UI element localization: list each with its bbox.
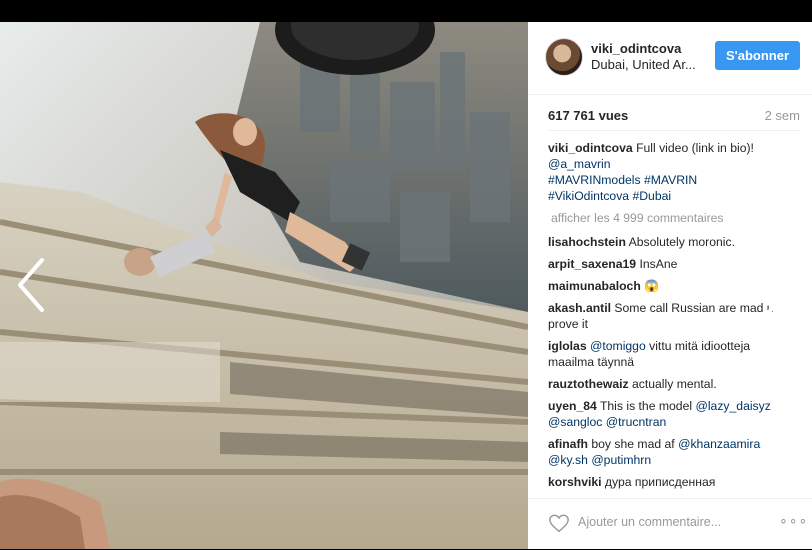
comment-text: Absolutely moronic.	[628, 235, 735, 249]
comment-username[interactable]: korshviki	[548, 475, 602, 489]
post-video[interactable]	[0, 22, 528, 549]
load-more-comments[interactable]: afficher les 4 999 commentaires	[551, 210, 796, 226]
caption-username[interactable]: viki_odintcova	[548, 141, 633, 155]
comment-mention[interactable]: @khanzaamira	[678, 437, 760, 451]
comment: afinafh boy she mad af @khanzaamira @ky.…	[548, 436, 796, 468]
post-header: viki_odintcova Dubai, United Ar... S'abo…	[528, 22, 812, 95]
post-age[interactable]: 2 sem	[765, 108, 800, 123]
comment-username[interactable]: uyen_84	[548, 399, 597, 413]
comment-username[interactable]: iglolas	[548, 339, 587, 353]
author-username[interactable]: viki_odintcova	[591, 41, 681, 56]
previous-button[interactable]	[12, 255, 52, 315]
comment-mention[interactable]: @lazy_daisyz	[695, 399, 770, 413]
comment-mention[interactable]: @tomiggo	[590, 339, 646, 353]
next-button[interactable]	[758, 258, 798, 318]
comment-mention[interactable]: @sangloc	[548, 415, 602, 429]
caption: viki_odintcova Full video (link in bio)!…	[548, 140, 796, 204]
comment-mention[interactable]: @putimhrn	[591, 453, 651, 467]
comment-text: boy she mad af	[591, 437, 675, 451]
comment-username[interactable]: arpit_saxena19	[548, 257, 636, 271]
caption-tag[interactable]: #MAVRINmodels	[548, 173, 641, 187]
comment-mention[interactable]: @trucntran	[606, 415, 666, 429]
comment-text: 😱	[644, 279, 660, 293]
chevron-right-icon	[766, 261, 792, 315]
avatar[interactable]	[545, 38, 583, 76]
comment-username[interactable]: lisahochstein	[548, 235, 626, 249]
comment: rauztothewaiz actually mental.	[548, 376, 796, 392]
comment-username[interactable]: afinafh	[548, 437, 588, 451]
video-frame	[0, 22, 528, 549]
caption-tag[interactable]: @a_mavrin	[548, 157, 611, 171]
divider	[548, 130, 800, 131]
chevron-left-icon	[18, 258, 44, 312]
comment-text: actually mental.	[631, 377, 717, 391]
post-location[interactable]: Dubai, United Ar...	[591, 57, 711, 72]
comment-text: This is the model	[599, 399, 693, 413]
comment-text: InsAne	[639, 257, 678, 271]
view-count: 617 761 vues	[548, 108, 629, 123]
comment: iglolas @tomiggo vittu mitä idiootteja m…	[548, 338, 796, 370]
add-comment-input[interactable]	[578, 515, 738, 529]
caption-tag[interactable]: #Dubai	[632, 189, 671, 203]
caption-tag[interactable]: #MAVRIN	[644, 173, 697, 187]
follow-button[interactable]: S'abonner	[715, 41, 800, 70]
comment-username[interactable]: maimunabaloch	[548, 279, 641, 293]
comment-mention[interactable]: @ky.sh	[548, 453, 588, 467]
comment-text: дура приписденная	[604, 475, 716, 489]
more-options-icon[interactable]: ∘∘∘	[779, 512, 808, 529]
comment: korshviki дура приписденная	[548, 474, 796, 490]
caption-tag[interactable]: #VikiOdintcova	[548, 189, 629, 203]
comment: uyen_84 This is the model @lazy_daisyz @…	[548, 398, 796, 430]
comment: lisahochstein Absolutely moronic.	[548, 234, 796, 250]
post-footer: ∘∘∘	[528, 498, 812, 550]
comment-username[interactable]: akash.antil	[548, 301, 611, 315]
caption-text: Full video (link in bio)!	[636, 141, 754, 155]
heart-icon[interactable]	[548, 512, 570, 534]
comment-username[interactable]: rauztothewaiz	[548, 377, 629, 391]
top-bar	[0, 0, 812, 22]
